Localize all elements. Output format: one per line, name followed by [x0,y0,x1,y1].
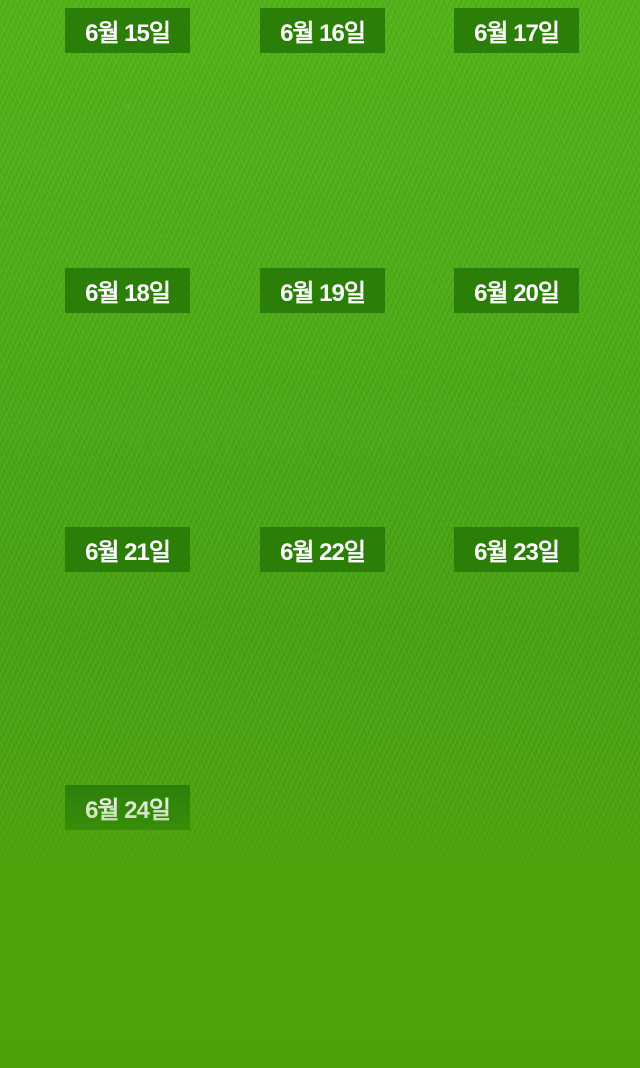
date-tab-june-17[interactable]: 6월 17일 [454,8,579,53]
grass-background: 6월 15일 6월 16일 6월 17일 6월 18일 6월 19일 6월 20… [0,0,640,1068]
date-tab-june-16[interactable]: 6월 16일 [260,8,385,53]
date-tab-june-20[interactable]: 6월 20일 [454,268,579,313]
date-tab-june-24[interactable]: 6월 24일 [65,785,190,830]
date-tab-june-19[interactable]: 6월 19일 [260,268,385,313]
date-tab-june-23[interactable]: 6월 23일 [454,527,579,572]
date-tab-june-21[interactable]: 6월 21일 [65,527,190,572]
date-tab-june-18[interactable]: 6월 18일 [65,268,190,313]
date-tab-june-15[interactable]: 6월 15일 [65,8,190,53]
date-tab-june-22[interactable]: 6월 22일 [260,527,385,572]
